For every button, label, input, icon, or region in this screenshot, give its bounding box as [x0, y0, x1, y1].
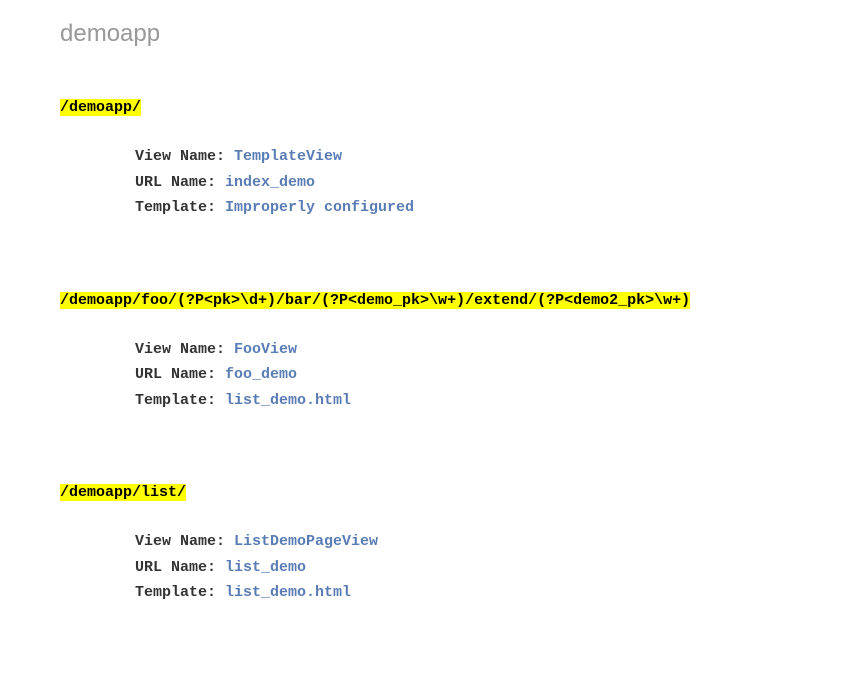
detail-row-template: Template: list_demo.html	[135, 388, 784, 414]
detail-value-template: Improperly configured	[225, 199, 414, 216]
detail-value-view-name: ListDemoPageView	[234, 533, 378, 550]
detail-label-url-name: URL Name:	[135, 366, 225, 383]
detail-value-url-name: index_demo	[225, 174, 315, 191]
detail-row-view-name: View Name: ListDemoPageView	[135, 529, 784, 555]
detail-row-url-name: URL Name: index_demo	[135, 170, 784, 196]
detail-value-url-name: foo_demo	[225, 366, 297, 383]
route-url: /demoapp/list/	[60, 484, 186, 501]
route-url: /demoapp/foo/(?P<pk>\d+)/bar/(?P<demo_pk…	[60, 292, 690, 309]
route-url: /demoapp/	[60, 99, 141, 116]
detail-label-view-name: View Name:	[135, 341, 234, 358]
detail-value-view-name: FooView	[234, 341, 297, 358]
detail-label-url-name: URL Name:	[135, 559, 225, 576]
detail-row-view-name: View Name: TemplateView	[135, 144, 784, 170]
detail-label-view-name: View Name:	[135, 533, 234, 550]
detail-label-template: Template:	[135, 584, 225, 601]
route-details: View Name: TemplateView URL Name: index_…	[135, 144, 784, 221]
detail-label-view-name: View Name:	[135, 148, 234, 165]
route-details: View Name: ListDemoPageView URL Name: li…	[135, 529, 784, 606]
route-block: /demoapp/ View Name: TemplateView URL Na…	[60, 98, 784, 221]
detail-label-template: Template:	[135, 199, 225, 216]
detail-label-url-name: URL Name:	[135, 174, 225, 191]
detail-row-url-name: URL Name: list_demo	[135, 555, 784, 581]
route-block: /demoapp/foo/(?P<pk>\d+)/bar/(?P<demo_pk…	[60, 291, 784, 414]
route-details: View Name: FooView URL Name: foo_demo Te…	[135, 337, 784, 414]
detail-label-template: Template:	[135, 392, 225, 409]
detail-value-url-name: list_demo	[225, 559, 306, 576]
detail-value-template: list_demo.html	[225, 584, 351, 601]
detail-value-template: list_demo.html	[225, 392, 351, 409]
page-title: demoapp	[60, 20, 784, 48]
route-block: /demoapp/list/ View Name: ListDemoPageVi…	[60, 483, 784, 606]
detail-value-view-name: TemplateView	[234, 148, 342, 165]
detail-row-url-name: URL Name: foo_demo	[135, 362, 784, 388]
detail-row-view-name: View Name: FooView	[135, 337, 784, 363]
detail-row-template: Template: Improperly configured	[135, 195, 784, 221]
detail-row-template: Template: list_demo.html	[135, 580, 784, 606]
